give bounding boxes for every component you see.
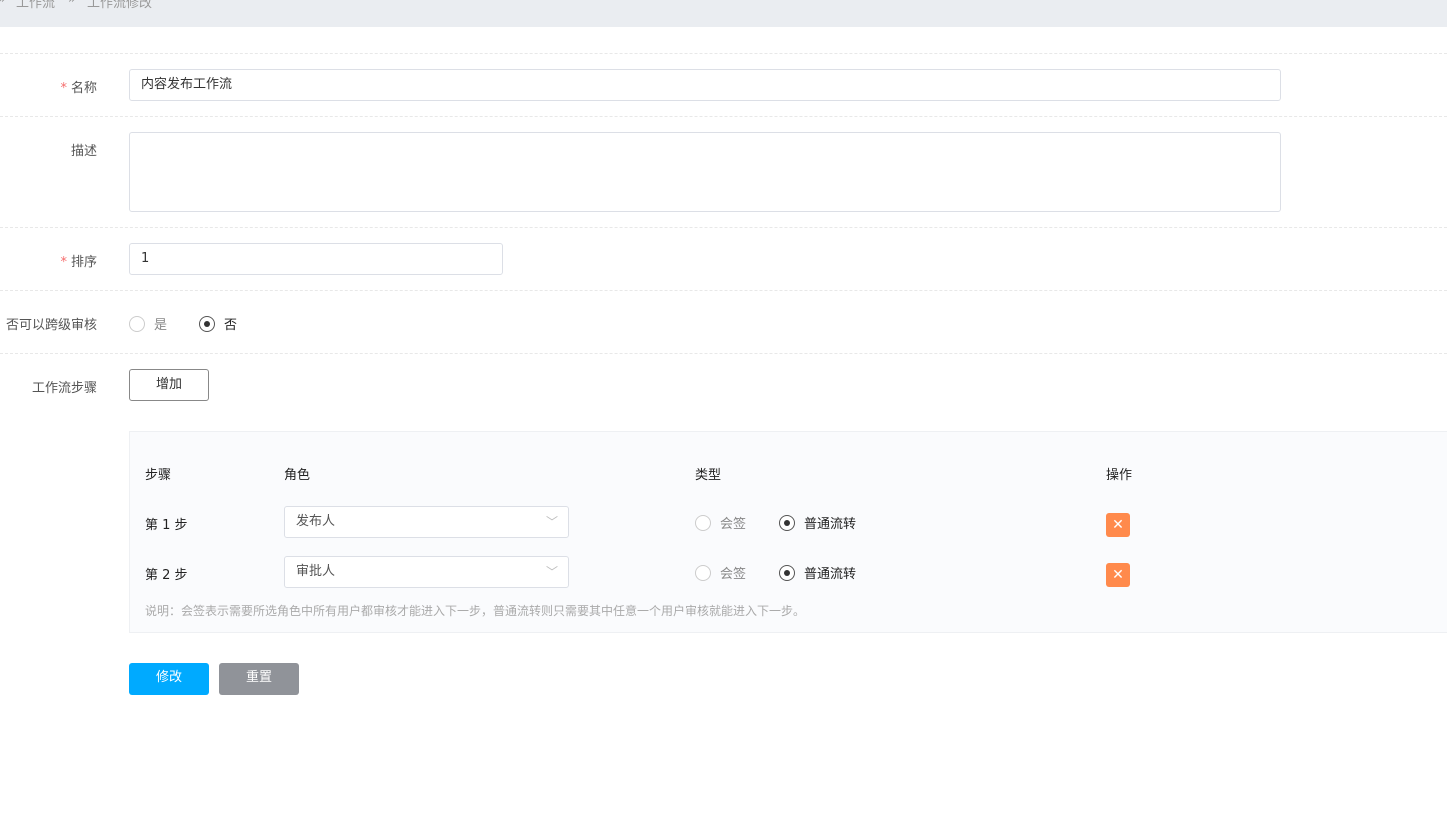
reset-button[interactable]: 重置 bbox=[219, 663, 299, 695]
submit-button[interactable]: 修改 bbox=[129, 663, 209, 695]
order-input[interactable]: 1 bbox=[129, 243, 503, 275]
role-select[interactable]: 审批人 ﹀ bbox=[284, 556, 569, 588]
radio-label: 普通流转 bbox=[804, 517, 857, 532]
role-value: 发布人 bbox=[296, 514, 336, 529]
steps-table: 步骤 角色 类型 操作 第 1 步 发布人 ﹀ 会签 普通流转 ✕ 第 2 步 审… bbox=[129, 431, 1447, 633]
add-step-button[interactable]: 增加 bbox=[129, 369, 209, 401]
role-value: 审批人 bbox=[296, 564, 336, 579]
skip-label: 否可以跨级审核 bbox=[5, 318, 97, 333]
delete-step-button[interactable]: ✕ bbox=[1106, 563, 1130, 587]
order-row: * 排序 1 bbox=[0, 227, 1447, 290]
radio-circle bbox=[695, 564, 711, 581]
header-role: 角色 bbox=[284, 468, 311, 483]
type-radio-countersign[interactable]: 会签 bbox=[695, 513, 746, 532]
type-radio-normal[interactable]: 普通流转 bbox=[779, 563, 856, 582]
breadcrumb-item-workflow[interactable]: 工作流 bbox=[16, 0, 55, 11]
name-input[interactable]: 内容发布工作流 bbox=[129, 69, 1281, 101]
skip-radio-yes[interactable]: 是 bbox=[129, 314, 167, 333]
radio-label: 是 bbox=[154, 318, 168, 333]
header-step: 步骤 bbox=[145, 468, 172, 483]
radio-label: 普通流转 bbox=[804, 567, 857, 582]
radio-label: 会签 bbox=[720, 517, 747, 532]
header-type: 类型 bbox=[695, 468, 722, 483]
chevron-down-icon: ﹀ bbox=[545, 515, 558, 529]
type-radio-normal[interactable]: 普通流转 bbox=[779, 513, 856, 532]
name-label: * 名称 bbox=[60, 81, 97, 96]
order-label: * 排序 bbox=[60, 255, 97, 270]
header-action: 操作 bbox=[1106, 468, 1133, 483]
step-label: 第 2 步 bbox=[145, 568, 188, 583]
radio-circle bbox=[199, 315, 215, 332]
description-textarea[interactable] bbox=[129, 132, 1281, 212]
description-row: 描述 bbox=[0, 116, 1447, 227]
radio-circle bbox=[129, 315, 145, 332]
step-label: 第 1 步 bbox=[145, 518, 188, 533]
name-row: * 名称 内容发布工作流 bbox=[0, 53, 1447, 116]
chevron-down-icon: ﹀ bbox=[545, 565, 558, 579]
type-radio-countersign[interactable]: 会签 bbox=[695, 563, 746, 582]
radio-circle bbox=[695, 514, 711, 531]
delete-step-button[interactable]: ✕ bbox=[1106, 513, 1130, 537]
radio-circle bbox=[779, 564, 795, 581]
breadcrumb-sep: » bbox=[68, 0, 76, 7]
radio-label: 否 bbox=[224, 318, 238, 333]
description-label: 描述 bbox=[70, 144, 97, 159]
skip-radio-no[interactable]: 否 bbox=[199, 314, 237, 333]
role-select[interactable]: 发布人 ﹀ bbox=[284, 506, 569, 538]
breadcrumb-sep: » bbox=[0, 0, 6, 7]
radio-label: 会签 bbox=[720, 567, 747, 582]
skip-row: 否可以跨级审核 是 否 bbox=[0, 290, 1447, 353]
breadcrumb: » 工作流 » 工作流修改 bbox=[0, 0, 1447, 27]
steps-note: 说明：会签表示需要所选角色中所有用户都审核才能进入下一步，普通流转则只需要其中任… bbox=[145, 604, 806, 618]
radio-circle bbox=[779, 514, 795, 531]
breadcrumb-item-current: 工作流修改 bbox=[87, 0, 153, 11]
steps-label: 工作流步骤 bbox=[31, 381, 97, 396]
